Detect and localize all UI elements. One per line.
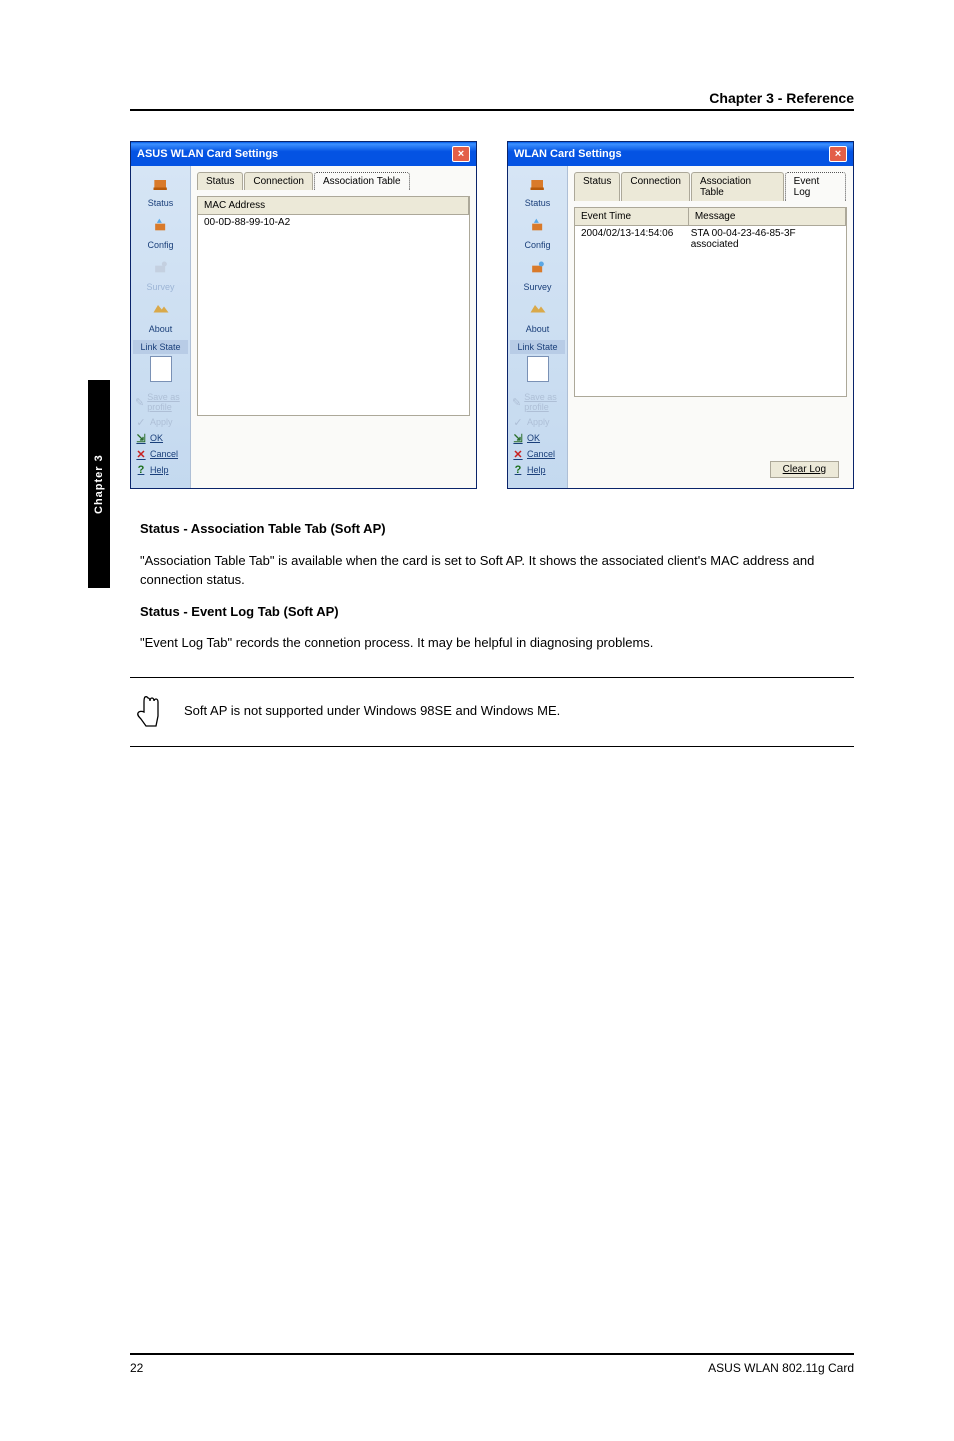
hand-icon — [130, 694, 166, 730]
clear-log-button[interactable]: Clear Log — [770, 461, 839, 478]
cancel-button[interactable]: ✕ Cancel — [135, 446, 186, 462]
dialog-title: ASUS WLAN Card Settings — [137, 148, 278, 160]
cancel-button[interactable]: ✕ Cancel — [512, 446, 563, 462]
ok-button[interactable]: ⇲ OK — [135, 430, 186, 446]
col-mac-address[interactable]: MAC Address — [198, 197, 469, 214]
tab-association-table[interactable]: Association Table — [314, 172, 410, 190]
status-icon — [147, 174, 175, 196]
table-row[interactable]: 00-0D-88-99-10-A2 — [198, 215, 469, 230]
save-icon: ✎ — [135, 396, 144, 408]
assoc-paragraph: "Association Table Tab" is available whe… — [140, 551, 854, 590]
tab-connection[interactable]: Connection — [621, 172, 690, 201]
sidebar: Status Config Survey About Link State — [131, 166, 191, 488]
sidebar-item-about[interactable]: About — [510, 296, 565, 338]
tab-association-table[interactable]: Association Table — [691, 172, 784, 201]
save-profile-button: ✎ Save as profile — [135, 390, 186, 414]
col-message[interactable]: Message — [689, 208, 846, 225]
message-value: STA 00-04-23-46-85-3F associated — [685, 226, 846, 252]
page-number: 22 — [130, 1361, 143, 1375]
chapter-title: Chapter 3 - Reference — [130, 90, 854, 106]
event-log-table: Event Time Message 2004/02/13-14:54:06 S… — [574, 207, 847, 397]
product-name: ASUS WLAN 802.11g Card — [708, 1361, 854, 1375]
tab-status[interactable]: Status — [574, 172, 620, 201]
cancel-icon: ✕ — [512, 448, 524, 460]
ok-icon: ⇲ — [135, 432, 147, 444]
eventlog-paragraph: "Event Log Tab" records the connetion pr… — [140, 633, 854, 653]
apply-icon: ✓ — [135, 416, 147, 428]
sidebar-item-about[interactable]: About — [133, 296, 188, 338]
cancel-icon: ✕ — [135, 448, 147, 460]
link-state-label: Link State — [510, 340, 565, 354]
main-panel: Status Connection Association Table Even… — [568, 166, 853, 488]
close-icon[interactable]: × — [452, 146, 470, 162]
link-state-label: Link State — [133, 340, 188, 354]
sidebar-item-config[interactable]: Config — [133, 212, 188, 254]
event-time-value: 2004/02/13-14:54:06 — [575, 226, 685, 252]
help-icon: ? — [512, 464, 524, 476]
ok-icon: ⇲ — [512, 432, 524, 444]
sidebar-item-config[interactable]: Config — [510, 212, 565, 254]
tab-connection[interactable]: Connection — [244, 172, 313, 190]
note-callout: Soft AP is not supported under Windows 9… — [130, 677, 854, 747]
note-text: Soft AP is not supported under Windows 9… — [184, 702, 560, 721]
survey-icon — [147, 258, 175, 280]
sidebar-item-survey[interactable]: Survey — [510, 254, 565, 296]
config-icon — [147, 216, 175, 238]
apply-icon: ✓ — [512, 416, 524, 428]
about-icon — [147, 300, 175, 322]
titlebar[interactable]: ASUS WLAN Card Settings × — [131, 142, 476, 166]
sidebar: Status Config Survey About Link State — [508, 166, 568, 488]
mac-value: 00-0D-88-99-10-A2 — [198, 215, 296, 230]
tab-event-log[interactable]: Event Log — [785, 172, 846, 201]
status-icon — [524, 174, 552, 196]
sidebar-item-status[interactable]: Status — [133, 170, 188, 212]
titlebar[interactable]: WLAN Card Settings × — [508, 142, 853, 166]
config-icon — [524, 216, 552, 238]
table-row[interactable]: 2004/02/13-14:54:06 STA 00-04-23-46-85-3… — [575, 226, 846, 252]
wlan-settings-dialog: WLAN Card Settings × Status Config Surv — [507, 141, 854, 489]
association-table: MAC Address 00-0D-88-99-10-A2 — [197, 196, 470, 416]
help-icon: ? — [135, 464, 147, 476]
asus-settings-dialog: ASUS WLAN Card Settings × Status Config — [130, 141, 477, 489]
col-event-time[interactable]: Event Time — [575, 208, 689, 225]
ok-button[interactable]: ⇲ OK — [512, 430, 563, 446]
apply-button: ✓ Apply — [512, 414, 563, 430]
link-state-icon — [527, 356, 549, 382]
help-button[interactable]: ? Help — [135, 462, 186, 478]
sidebar-item-survey: Survey — [133, 254, 188, 296]
about-icon — [524, 300, 552, 322]
assoc-section-title: Status - Association Table Tab (Soft AP) — [140, 519, 854, 539]
tab-status[interactable]: Status — [197, 172, 243, 190]
sidebar-item-status[interactable]: Status — [510, 170, 565, 212]
close-icon[interactable]: × — [829, 146, 847, 162]
link-state-icon — [150, 356, 172, 382]
save-profile-button: ✎ Save as profile — [512, 390, 563, 414]
dialog-title: WLAN Card Settings — [514, 148, 622, 160]
apply-button: ✓ Apply — [135, 414, 186, 430]
eventlog-section-title: Status - Event Log Tab (Soft AP) — [140, 602, 854, 622]
main-panel: Status Connection Association Table MAC … — [191, 166, 476, 488]
side-tab: Chapter 3 — [88, 380, 110, 588]
help-button[interactable]: ? Help — [512, 462, 563, 478]
save-icon: ✎ — [512, 396, 521, 408]
survey-icon — [524, 258, 552, 280]
